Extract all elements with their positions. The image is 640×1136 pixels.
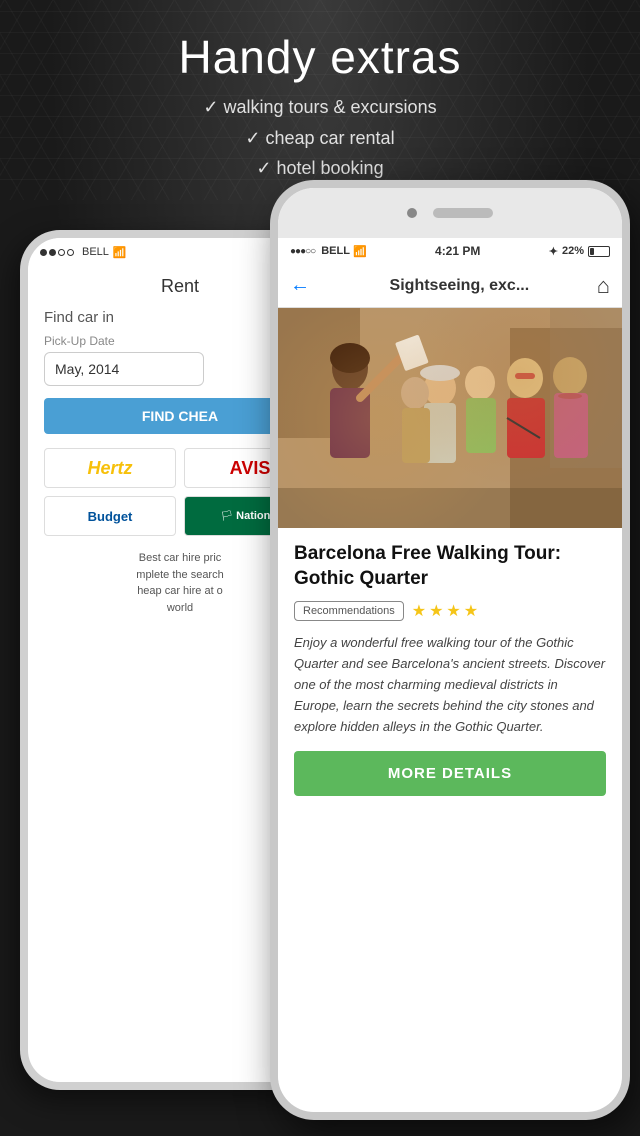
- phone-top-hardware: [278, 188, 622, 238]
- battery-fill: [590, 248, 594, 255]
- star-2: ★: [429, 601, 443, 621]
- phones-container: BELL 📶 4:2 Rent Find car in Pick-Up Date…: [0, 180, 640, 1136]
- dot3: [58, 249, 65, 256]
- home-icon[interactable]: ⌂: [597, 273, 610, 299]
- dot1: [40, 249, 47, 256]
- signal-dots: [40, 249, 74, 256]
- wifi-icon-front: 📶: [353, 245, 367, 258]
- image-overlay: [278, 308, 622, 528]
- header-section: Handy extras ✓ walking tours & excursion…: [0, 30, 640, 184]
- time-front: 4:21 PM: [435, 244, 480, 258]
- signal-indicator: ●●●○○: [290, 246, 315, 257]
- nav-title: Sightseeing, exc...: [322, 277, 597, 295]
- star-4: ★: [464, 601, 478, 621]
- battery-percent: 22%: [562, 245, 584, 257]
- avis-logo: AVIS: [230, 458, 271, 479]
- tour-title: Barcelona Free Walking Tour: Gothic Quar…: [294, 542, 606, 591]
- recommendations-row: Recommendations ★ ★ ★ ★: [294, 601, 606, 621]
- feature-2: ✓ cheap car rental: [0, 123, 640, 154]
- pickup-date[interactable]: May, 2014: [44, 352, 204, 386]
- star-rating: ★ ★ ★ ★: [412, 601, 478, 621]
- more-details-button[interactable]: MORE DETAILS: [294, 751, 606, 796]
- battery-icon: [588, 246, 610, 257]
- phone-front: ●●●○○ BELL 📶 4:21 PM ✦ 22% ← Sightseeing…: [270, 180, 630, 1120]
- bluetooth-icon: ✦: [549, 245, 558, 258]
- carrier-back: BELL: [82, 246, 109, 258]
- speaker-grille: [433, 208, 493, 218]
- tour-description: Enjoy a wonderful free walking tour of t…: [294, 633, 606, 737]
- feature-1: ✓ walking tours & excursions: [0, 92, 640, 123]
- tour-image: [278, 308, 622, 528]
- budget-logo-box: Budget: [44, 496, 176, 536]
- phone-front-inner: ●●●○○ BELL 📶 4:21 PM ✦ 22% ← Sightseeing…: [278, 188, 622, 1112]
- status-right: ✦ 22%: [549, 245, 610, 258]
- dot2: [49, 249, 56, 256]
- page-title: Handy extras: [0, 30, 640, 84]
- star-1: ★: [412, 601, 426, 621]
- camera-dot: [407, 208, 417, 218]
- feature-list: ✓ walking tours & excursions ✓ cheap car…: [0, 92, 640, 184]
- recommendations-badge: Recommendations: [294, 601, 404, 621]
- nav-bar: ← Sightseeing, exc... ⌂: [278, 264, 622, 308]
- hertz-logo-box: Hertz: [44, 448, 176, 488]
- budget-logo: Budget: [88, 509, 133, 524]
- status-left: ●●●○○ BELL 📶: [290, 245, 367, 258]
- wifi-icon-back: 📶: [113, 246, 127, 259]
- star-3: ★: [446, 601, 460, 621]
- tour-content: Barcelona Free Walking Tour: Gothic Quar…: [278, 528, 622, 1112]
- status-bar-front: ●●●○○ BELL 📶 4:21 PM ✦ 22%: [278, 238, 622, 264]
- signal-area: BELL 📶: [40, 246, 127, 259]
- dot4: [67, 249, 74, 256]
- carrier-front: BELL: [321, 245, 350, 257]
- back-button[interactable]: ←: [290, 274, 310, 297]
- hertz-logo: Hertz: [87, 458, 132, 479]
- national-flag-icon: 🏳: [220, 511, 233, 522]
